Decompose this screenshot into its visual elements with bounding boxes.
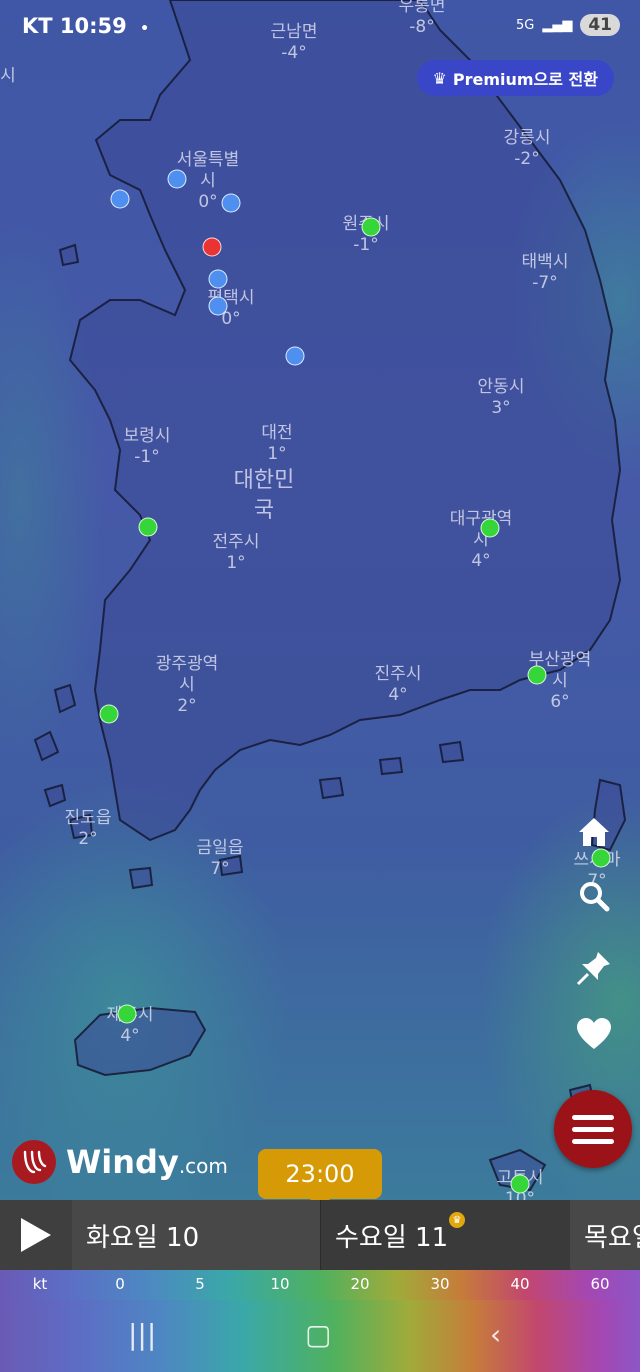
- weather-station-marker-blue[interactable]: [208, 296, 228, 316]
- premium-button[interactable]: ♛ Premium으로 전환: [416, 60, 614, 96]
- premium-crown-icon: ♛: [449, 1212, 465, 1228]
- map-label[interactable]: 전주시 1°: [213, 532, 260, 574]
- home-icon: [579, 818, 609, 846]
- weather-station-marker-green[interactable]: [99, 704, 119, 724]
- day-label: 목요일: [584, 1222, 640, 1253]
- map-label[interactable]: 근남면 -4°: [271, 22, 318, 64]
- map-label[interactable]: 진도읍 2°: [65, 808, 112, 850]
- weather-station-marker-green[interactable]: [510, 1174, 530, 1194]
- windy-logo-icon: [12, 1140, 56, 1184]
- timeline-bar[interactable]: 화요일 10 수요일 11 ♛ 목요일: [0, 1200, 640, 1270]
- carrier-label: KT: [22, 14, 53, 38]
- map-label[interactable]: 대한민 국: [234, 466, 295, 526]
- weather-station-marker-green[interactable]: [117, 1004, 137, 1024]
- play-icon: [21, 1218, 51, 1252]
- home-nav-icon[interactable]: ▢: [305, 1318, 331, 1351]
- weather-station-marker-blue[interactable]: [285, 346, 305, 366]
- heart-icon: [577, 1018, 611, 1049]
- legend-tick: 20: [350, 1275, 370, 1293]
- map-label[interactable]: 대구광역 시 4°: [450, 509, 513, 572]
- day-label: 화요일 10: [86, 1222, 200, 1253]
- search-icon: [580, 882, 610, 912]
- weather-station-marker-green[interactable]: [361, 217, 381, 237]
- legend-unit: kt: [32, 1275, 48, 1293]
- legend-tick: 60: [590, 1275, 610, 1293]
- search-button[interactable]: [574, 876, 614, 916]
- map-label[interactable]: 금일읍 7°: [197, 838, 244, 880]
- day-label: 수요일 11: [335, 1222, 449, 1253]
- time-bubble[interactable]: 23:00: [258, 1149, 382, 1211]
- weather-station-marker-green[interactable]: [480, 518, 500, 538]
- hamburger-menu-icon: [572, 1114, 614, 1120]
- weather-station-marker-red[interactable]: [202, 237, 222, 257]
- map-label[interactable]: 우롱면 -8°: [399, 0, 446, 38]
- map-label[interactable]: 강릉시 -2°: [504, 128, 551, 170]
- map-label[interactable]: 안동시 3°: [478, 377, 525, 419]
- crown-icon: ♛: [432, 68, 447, 88]
- weather-station-marker-blue[interactable]: [208, 269, 228, 289]
- pin-button[interactable]: [574, 948, 614, 988]
- map-label[interactable]: 보령시 -1°: [124, 426, 171, 468]
- weather-station-marker-green[interactable]: [138, 517, 158, 537]
- legend-tick: 10: [270, 1275, 290, 1293]
- day-tab-wednesday[interactable]: 수요일 11 ♛: [320, 1200, 570, 1270]
- status-left: KT 10:59 •: [22, 14, 149, 38]
- windy-wordmark: Windy.com: [66, 1143, 228, 1181]
- map-label[interactable]: 시: [0, 66, 16, 87]
- map-label[interactable]: 태백시 -7°: [522, 252, 569, 294]
- status-right: 5G ▂▄▆ 41: [516, 14, 620, 36]
- legend-tick: 5: [195, 1275, 205, 1293]
- map-coastlines: [33, 0, 627, 1192]
- system-navigation-bar: ||| ▢ ‹: [0, 1300, 640, 1372]
- weather-map[interactable]: [0, 0, 640, 1200]
- weather-station-marker-blue[interactable]: [110, 189, 130, 209]
- network-label: 5G: [515, 17, 535, 33]
- day-tab-tuesday[interactable]: 화요일 10: [72, 1200, 320, 1270]
- map-label[interactable]: 광주광역 시 2°: [156, 654, 219, 717]
- weather-station-marker-green[interactable]: [527, 665, 547, 685]
- favorite-button[interactable]: [574, 1014, 614, 1054]
- battery-indicator: 41: [580, 14, 620, 36]
- premium-label: Premium으로 전환: [452, 70, 598, 89]
- signal-icon: ▂▄▆: [542, 17, 573, 33]
- clock: 10:59: [59, 14, 127, 38]
- legend-tick: 40: [510, 1275, 530, 1293]
- windy-logo: Windy.com: [12, 1140, 228, 1184]
- play-button[interactable]: [0, 1200, 72, 1270]
- pin-icon: [576, 952, 610, 986]
- main-menu-button[interactable]: [554, 1090, 632, 1168]
- day-tab-thursday[interactable]: 목요일: [570, 1200, 640, 1270]
- map-label[interactable]: 진주시 4°: [375, 664, 422, 706]
- back-icon[interactable]: ‹: [490, 1318, 501, 1351]
- weather-station-marker-blue[interactable]: [167, 169, 187, 189]
- legend-tick: 0: [115, 1275, 125, 1293]
- wind-speed-legend: kt 0 5 10 20 30 40 60: [0, 1270, 640, 1300]
- weather-station-marker-blue[interactable]: [221, 193, 241, 213]
- notification-dot-icon: •: [140, 21, 150, 37]
- map-label[interactable]: 대전 1°: [261, 423, 292, 465]
- recent-apps-icon[interactable]: |||: [128, 1318, 156, 1351]
- legend-tick: 30: [430, 1275, 450, 1293]
- status-bar: KT 10:59 • 5G ▂▄▆ 41: [0, 0, 640, 58]
- home-button[interactable]: [574, 812, 614, 852]
